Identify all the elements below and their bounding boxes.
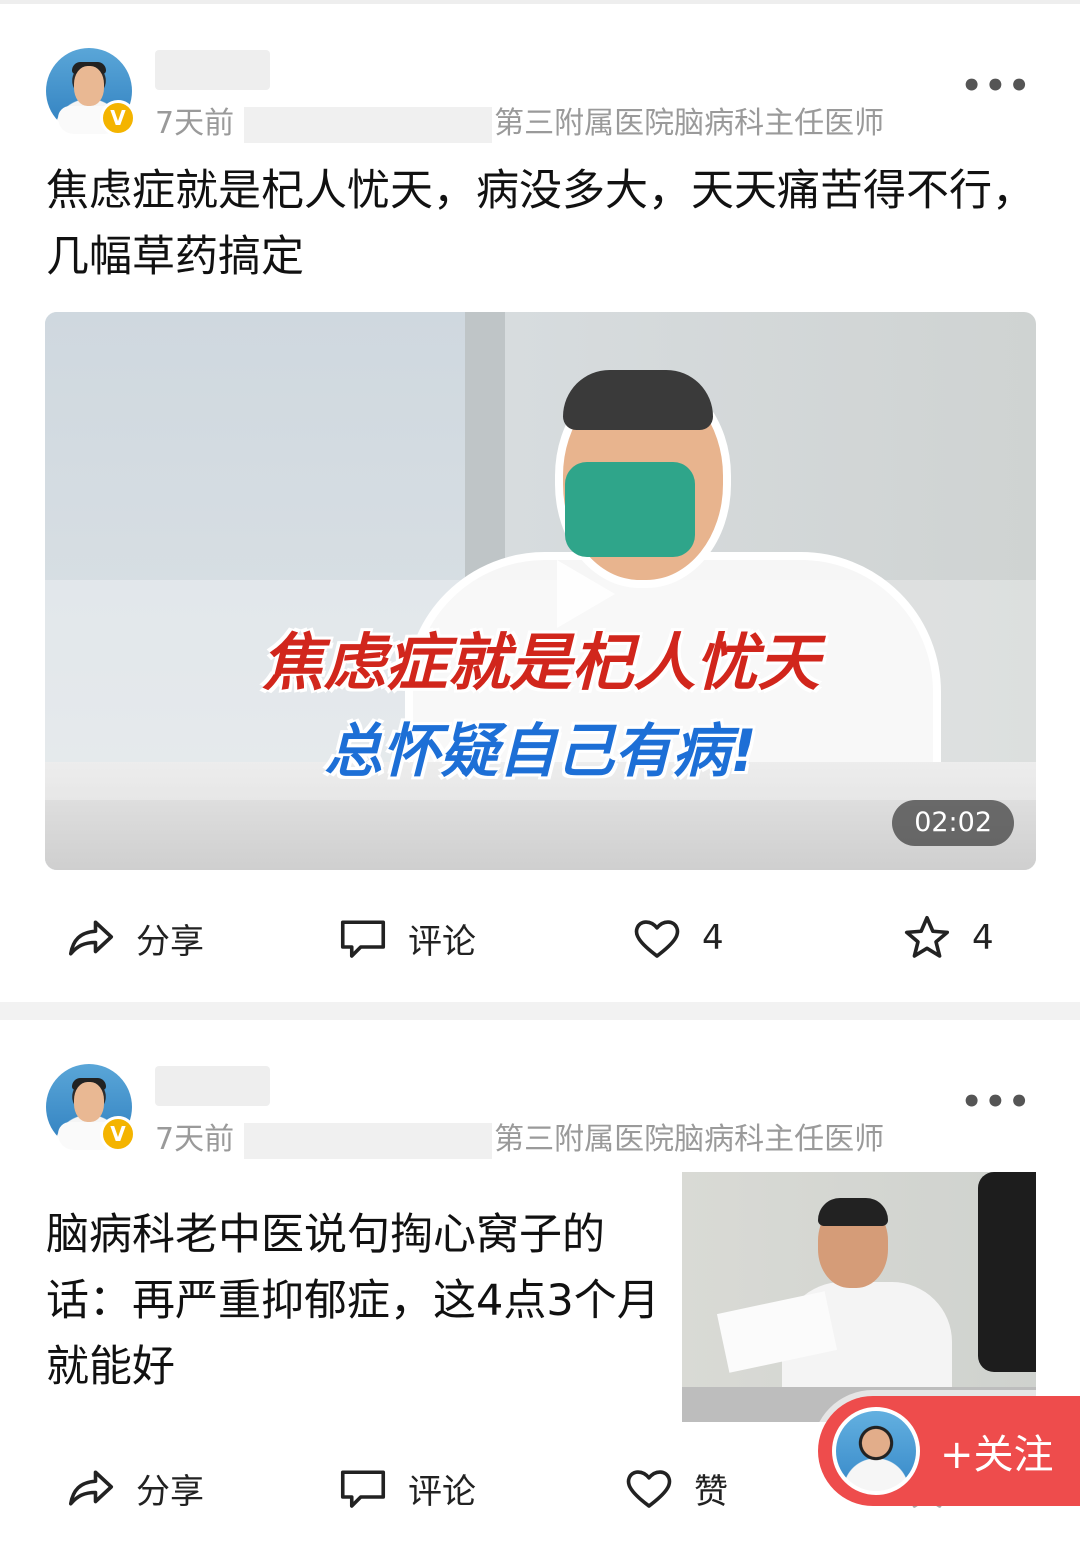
comment-bubble-icon [340,920,386,958]
star-icon [904,915,950,958]
like-count: 4 [702,918,724,958]
author-title: 第三附属医院脑病科主任医师 [494,1122,885,1157]
like-label: 赞 [694,1471,728,1512]
video-caption-line2: 总怀疑自己有病! [324,717,757,785]
author-name-redacted[interactable] [155,1066,270,1106]
like-button[interactable]: 4 [630,898,724,978]
follow-avatar [832,1407,920,1495]
thumb-doctor-hair [818,1198,888,1226]
doctor-mask [565,462,695,557]
author-name-redacted[interactable] [155,50,270,90]
post-meta: 7天前 第三附属医院脑病科主任医师 [155,1114,884,1159]
post-thumbnail[interactable] [682,1172,1036,1422]
feed-post[interactable]: V 7天前 第三附属医院脑病科主任医师 ••• 脑病科老中医说句掏心窝子的话：再严… [0,1020,1080,1566]
comment-bubble-icon [340,1470,386,1508]
share-arrow-icon [68,920,114,956]
post-title[interactable]: 焦虑症就是杞人忧天，病没多大，天天痛苦得不行，几幅草药搞定 [46,158,1036,290]
like-button[interactable]: 赞 [622,1448,728,1528]
redacted-hospital-name [244,1122,493,1159]
share-button[interactable]: 分享 [64,1448,204,1528]
thumb-bystander [978,1172,1036,1372]
heart-icon [634,920,680,958]
share-button[interactable]: 分享 [64,898,204,978]
more-dots-icon[interactable]: ••• [961,66,1032,106]
more-dots-icon[interactable]: ••• [961,1082,1032,1122]
author-title: 第三附属医院脑病科主任医师 [494,106,885,141]
post-time: 7天前 [155,1122,235,1157]
comment-button[interactable]: 评论 [336,1448,476,1528]
floating-follow-button[interactable]: +关注 [818,1396,1080,1506]
comment-button[interactable]: 评论 [336,898,476,978]
author-avatar[interactable]: V [46,48,136,136]
avatar-face [74,1082,104,1122]
post-actions: 分享 评论 4 4 [0,898,1080,978]
verified-v-badge: V [100,1116,136,1152]
post-title[interactable]: 脑病科老中医说句掏心窝子的话：再严重抑郁症，这4点3个月就能好 [46,1202,666,1400]
comment-label: 评论 [408,1471,476,1512]
feed-post[interactable]: V 7天前 第三附属医院脑病科主任医师 ••• 焦虑症就是杞人忧天，病没多大，天天… [0,4,1080,1002]
heart-icon [626,1470,672,1508]
avatar-face [74,66,104,106]
video-caption-line1: 焦虑症就是杞人忧天 [261,626,820,699]
favorite-button[interactable]: 4 [900,898,994,978]
favorite-count: 4 [972,918,994,958]
post-divider [0,1002,1080,1020]
share-label: 分享 [136,1471,204,1512]
video-duration: 02:02 [892,800,1014,846]
video-thumbnail[interactable]: 焦虑症就是杞人忧天 总怀疑自己有病! 02:02 [45,312,1036,870]
follow-label: +关注 [940,1432,1054,1478]
comment-label: 评论 [408,921,476,962]
share-label: 分享 [136,921,204,962]
post-time: 7天前 [155,106,235,141]
doctor-hair [563,370,713,430]
post-meta: 7天前 第三附属医院脑病科主任医师 [155,98,884,143]
verified-v-badge: V [100,100,136,136]
author-avatar[interactable]: V [46,1064,136,1152]
redacted-hospital-name [244,106,493,143]
share-arrow-icon [68,1470,114,1506]
